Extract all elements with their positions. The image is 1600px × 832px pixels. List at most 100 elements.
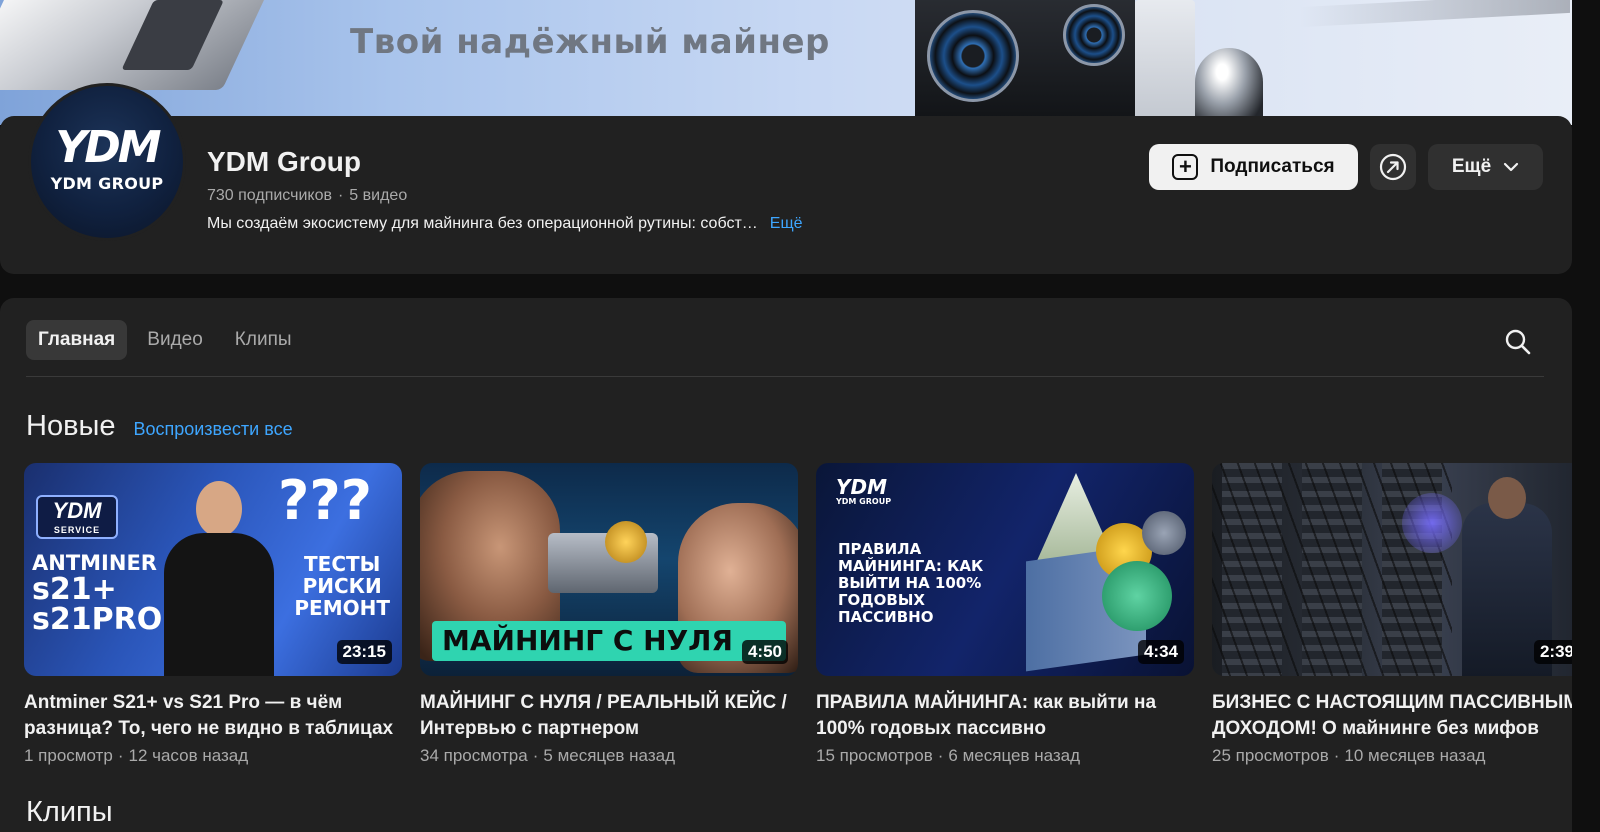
video-views: 25 просмотров <box>1212 746 1329 765</box>
thumb-text-line: ГОДОВЫХ <box>838 591 925 609</box>
chevron-down-icon <box>1504 162 1519 172</box>
video-views: 15 просмотров <box>816 746 933 765</box>
video-card[interactable]: 2:39 БИЗНЕС С НАСТОЯЩИМ ПАССИВНЫМ ДОХОДО… <box>1212 463 1572 766</box>
video-duration: 4:34 <box>1137 640 1184 664</box>
thumb-logo-text: YDM <box>836 475 887 499</box>
banner-bulb-graphic <box>1195 48 1263 125</box>
banner-streak-graphic <box>1300 0 1570 28</box>
thumb-question-marks: ??? <box>278 469 372 532</box>
subscribe-button[interactable]: + Подписаться <box>1149 144 1358 190</box>
video-meta: 25 просмотров · 10 месяцев назад <box>1212 746 1572 766</box>
video-card[interactable]: МАЙНИНГ С НУЛЯ 4:50 МАЙНИНГ С НУЛЯ / РЕА… <box>420 463 798 766</box>
tab-videos[interactable]: Видео <box>135 320 215 360</box>
thumb-text-line: ВЫЙТИ НА 100% <box>838 574 982 592</box>
thumb-text: ПРАВИЛА МАЙНИНГА: КАК ВЫЙТИ НА 100% ГОДО… <box>838 541 983 626</box>
video-title-line: Antminer S21+ vs S21 Pro — в чём <box>24 692 343 713</box>
video-thumbnail[interactable]: YDM SERVICE ANTMINER s21+ s21PRO ??? ТЕСТЫ… <box>24 463 402 676</box>
channel-header: YDM Group 730 подписчиков · 5 видео Мы соз… <box>0 116 1572 274</box>
thumb-text: s21+ s21PRO <box>32 575 162 635</box>
video-title-line: 100% годовых пассивно <box>816 718 1046 739</box>
thumb-text-line: ТЕСТЫ <box>304 552 381 576</box>
play-all-link[interactable]: Воспроизвести все <box>133 419 292 440</box>
section-title: Новые <box>26 410 116 442</box>
video-title-line: МАЙНИНГ С НУЛЯ / РЕАЛЬНЫЙ КЕЙС / <box>420 692 787 713</box>
channel-description[interactable]: Мы создаём экосистему для майнинга без о… <box>207 215 803 233</box>
video-views: 34 просмотра <box>420 746 528 765</box>
video-title-line: ДОХОДОМ! О майнинге без мифов <box>1212 718 1539 739</box>
thumb-text-line: ПАССИВНО <box>838 608 934 626</box>
video-duration: 4:50 <box>741 640 788 664</box>
thumb-wires-graphic <box>1212 463 1452 676</box>
video-shelf: YDM SERVICE ANTMINER s21+ s21PRO ??? ТЕСТЫ… <box>24 463 1572 783</box>
subscribe-label: Подписаться <box>1210 156 1335 177</box>
video-title[interactable]: МАЙНИНГ С НУЛЯ / РЕАЛЬНЫЙ КЕЙС / Интервь… <box>420 690 798 742</box>
more-dropdown-button[interactable]: Ещё <box>1428 144 1543 190</box>
description-more-link[interactable]: Ещё <box>770 215 803 232</box>
banner-laptop-graphic <box>0 0 278 90</box>
banner-miner-graphic <box>915 0 1135 124</box>
thumb-logo: YDM YDM GROUP <box>836 477 891 507</box>
thumb-text-line: РИСКИ <box>302 574 382 598</box>
video-card[interactable]: YDM YDM GROUP ПРАВИЛА МАЙНИНГА: КАК ВЫЙТИ… <box>816 463 1194 766</box>
channel-search-button[interactable] <box>1500 324 1536 360</box>
thumb-text-line: ПРАВИЛА <box>838 540 922 558</box>
meta-separator: · <box>532 746 539 765</box>
thumb-coin-graphic <box>605 521 647 563</box>
fan-graphic <box>927 10 1019 102</box>
video-title-line: Интервью с партнером <box>420 718 640 739</box>
video-meta: 34 просмотра · 5 месяцев назад <box>420 746 798 766</box>
thumb-text: МАЙНИНГ С НУЛЯ <box>432 621 786 661</box>
thumb-badge-sub: SERVICE <box>53 525 101 535</box>
share-button[interactable] <box>1370 144 1416 190</box>
channel-meta: 730 подписчиков · 5 видео <box>207 187 407 205</box>
video-count: 5 видео <box>349 187 408 204</box>
thumb-text: ТЕСТЫ РИСКИ РЕМОНТ <box>294 553 390 619</box>
avatar-logo-mark: YDM <box>55 121 161 173</box>
video-title-line: ПРАВИЛА МАЙНИНГА: как выйти на <box>816 692 1157 713</box>
avatar-logo-text: YDM GROUP <box>50 173 164 193</box>
search-icon <box>1505 329 1531 355</box>
thumb-logo-sub: YDM GROUP <box>836 497 892 506</box>
video-title[interactable]: ПРАВИЛА МАЙНИНГА: как выйти на 100% годо… <box>816 690 1194 742</box>
tab-home[interactable]: Главная <box>26 320 128 360</box>
clips-section-title: Клипы <box>26 796 113 828</box>
thumb-tether-graphic <box>1102 561 1172 631</box>
thumb-text-line: s21+ <box>32 572 117 607</box>
thumb-text-line: РЕМОНТ <box>294 596 390 620</box>
video-thumbnail[interactable]: МАЙНИНГ С НУЛЯ 4:50 <box>420 463 798 676</box>
channel-tabs: Главная Видео Клипы <box>26 320 304 360</box>
video-views: 1 просмотр <box>24 746 113 765</box>
video-title-line: БИЗНЕС С НАСТОЯЩИМ ПАССИВНЫМ <box>1212 692 1572 713</box>
thumb-text-line: МАЙНИНГА: КАК <box>838 557 984 575</box>
banner-slogan: Твой надёжный майнер <box>350 22 830 62</box>
banner-miner-side-graphic <box>1135 0 1195 120</box>
thumb-text-line: s21PRO <box>32 602 163 637</box>
thumb-badge-text: YDM <box>52 498 102 523</box>
video-thumbnail[interactable]: 2:39 <box>1212 463 1572 676</box>
video-duration: 23:15 <box>336 640 392 664</box>
video-title[interactable]: Antminer S21+ vs S21 Pro — в чём разница… <box>24 690 402 742</box>
thumb-ethereum-graphic <box>1142 511 1186 555</box>
channel-avatar[interactable]: YDM YDM GROUP <box>28 83 186 241</box>
video-title[interactable]: БИЗНЕС С НАСТОЯЩИМ ПАССИВНЫМ ДОХОДОМ! О … <box>1212 690 1572 742</box>
share-arrow-icon <box>1379 153 1407 181</box>
thumb-light-graphic <box>1402 493 1462 553</box>
video-age: 10 месяцев назад <box>1344 746 1486 765</box>
video-thumbnail[interactable]: YDM YDM GROUP ПРАВИЛА МАЙНИНГА: КАК ВЫЙТИ… <box>816 463 1194 676</box>
tabs-divider <box>26 376 1544 377</box>
meta-separator: · <box>937 746 944 765</box>
video-title-line: разница? То, чего не видно в таблицах <box>24 718 394 739</box>
channel-name: YDM Group <box>207 146 361 177</box>
description-text: Мы создаём экосистему для майнинга без о… <box>207 215 758 232</box>
meta-separator: · <box>117 746 124 765</box>
plus-square-icon: + <box>1172 154 1199 180</box>
video-meta: 1 просмотр · 12 часов назад <box>24 746 402 766</box>
video-age: 12 часов назад <box>128 746 249 765</box>
video-age: 5 месяцев назад <box>543 746 675 765</box>
video-card[interactable]: YDM SERVICE ANTMINER s21+ s21PRO ??? ТЕСТЫ… <box>24 463 402 766</box>
meta-separator: · <box>1333 746 1340 765</box>
channel-banner: Твой надёжный майнер <box>0 0 1572 125</box>
meta-separator: · <box>337 187 344 204</box>
tab-clips[interactable]: Клипы <box>223 320 304 360</box>
thumb-person-graphic <box>164 481 274 676</box>
